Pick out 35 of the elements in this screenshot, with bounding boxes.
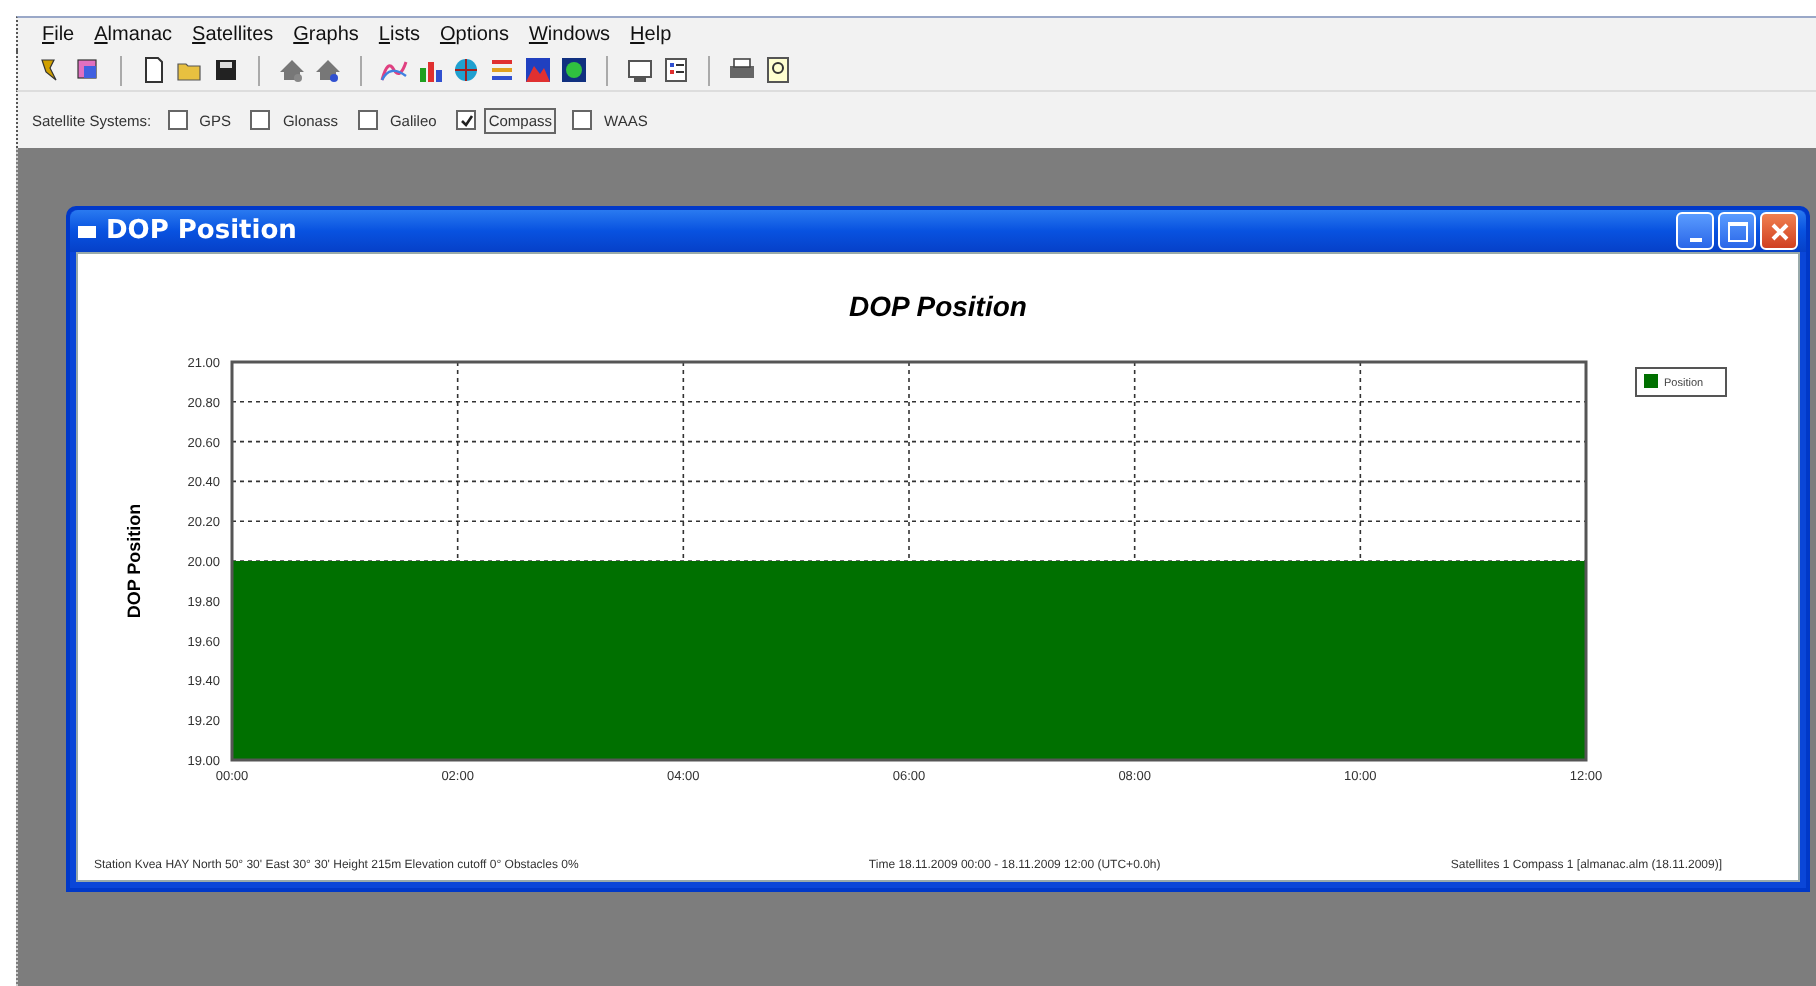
- window-icon[interactable]: [626, 56, 654, 84]
- list-icon[interactable]: [662, 56, 690, 84]
- new-document-icon[interactable]: [140, 56, 168, 84]
- house-icon[interactable]: [278, 56, 306, 84]
- menu-item[interactable]: Lists: [378, 23, 420, 45]
- minimize-button[interactable]: [1676, 212, 1714, 250]
- checkbox[interactable]: [572, 110, 593, 130]
- arcs-icon[interactable]: [380, 56, 408, 84]
- checkbox[interactable]: [456, 110, 477, 130]
- window-icon: [78, 225, 96, 237]
- checkbox[interactable]: [167, 110, 188, 130]
- window-title: DOP Position: [106, 216, 297, 246]
- checkbox[interactable]: [357, 110, 378, 130]
- area-chart-icon[interactable]: [524, 56, 552, 84]
- menu-item[interactable]: Graphs: [293, 23, 359, 45]
- menu-item[interactable]: File: [42, 23, 75, 45]
- globe-icon[interactable]: [452, 56, 480, 84]
- print-icon[interactable]: [728, 56, 756, 84]
- map-icon[interactable]: [560, 56, 588, 84]
- checkbox[interactable]: [250, 110, 271, 130]
- menu-item[interactable]: Options: [439, 23, 509, 45]
- menu-item[interactable]: Windows: [528, 23, 611, 45]
- close-icon: [1769, 221, 1789, 241]
- menu-item[interactable]: Almanac: [94, 23, 173, 45]
- bar-chart-icon[interactable]: [416, 56, 444, 84]
- menu-item[interactable]: Satellites: [192, 23, 274, 45]
- save-icon[interactable]: [212, 56, 240, 84]
- maximize-button[interactable]: [1718, 212, 1756, 250]
- close-button[interactable]: [1760, 212, 1798, 250]
- house-icon[interactable]: [314, 56, 342, 84]
- help-icon[interactable]: [764, 56, 792, 84]
- y-axis-title: DOP Position: [124, 503, 144, 619]
- lines-icon[interactable]: [488, 56, 516, 84]
- chart-title: DOP Position: [847, 290, 1029, 326]
- menu-item[interactable]: Help: [630, 23, 672, 45]
